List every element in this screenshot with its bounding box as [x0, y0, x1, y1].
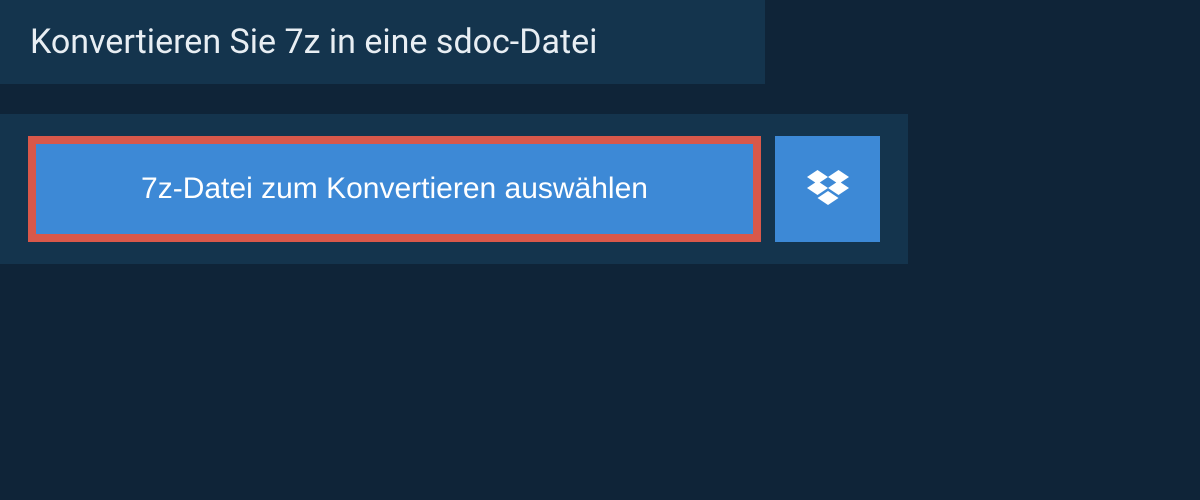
- dropbox-button[interactable]: [775, 136, 880, 242]
- select-file-button[interactable]: 7z-Datei zum Konvertieren auswählen: [28, 136, 761, 242]
- select-file-label: 7z-Datei zum Konvertieren auswählen: [141, 172, 648, 206]
- dropbox-icon: [807, 170, 849, 208]
- action-panel: 7z-Datei zum Konvertieren auswählen: [0, 114, 908, 264]
- page-title: Konvertieren Sie 7z in eine sdoc-Datei: [30, 22, 735, 62]
- header-bar: Konvertieren Sie 7z in eine sdoc-Datei: [0, 0, 765, 84]
